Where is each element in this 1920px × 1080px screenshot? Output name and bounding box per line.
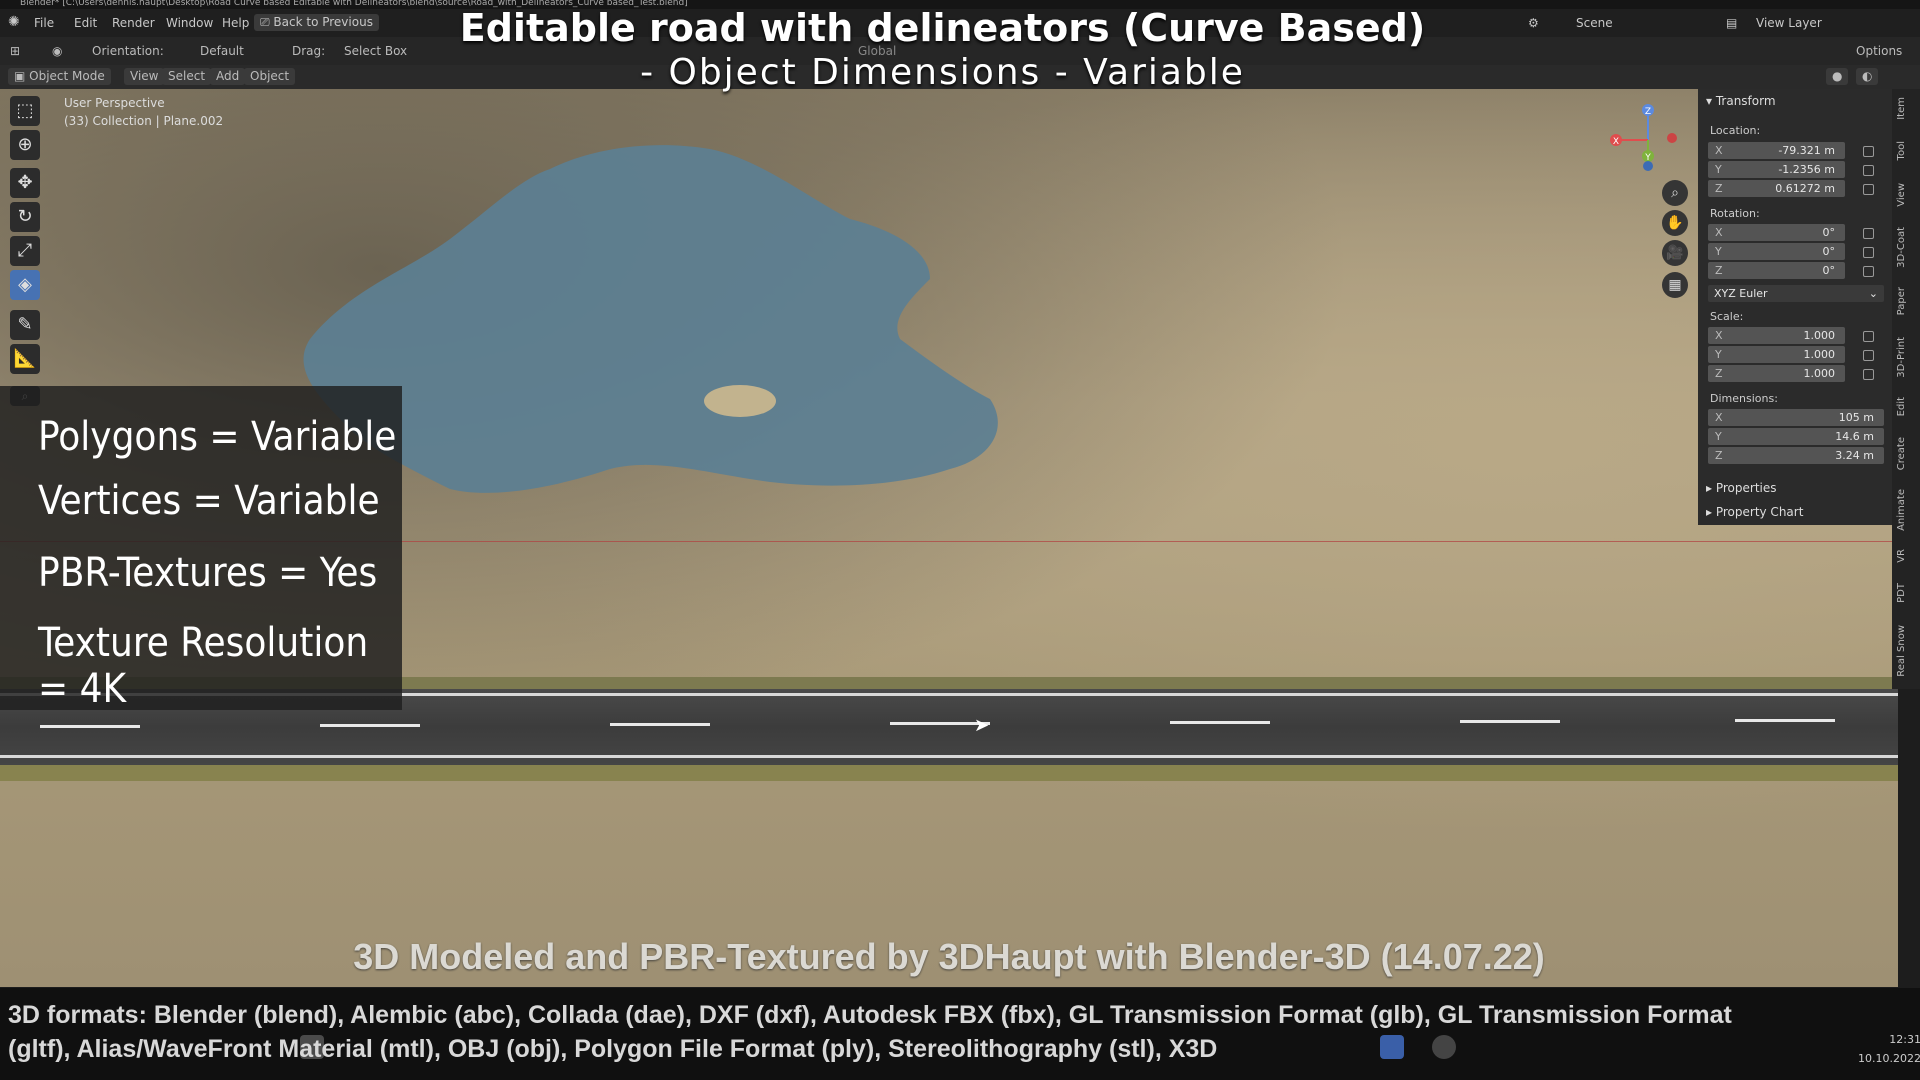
dimensions-x-field[interactable]: X 105 m [1708, 409, 1884, 426]
credits-text: 3D Modeled and PBR-Textured by 3DHaupt w… [353, 936, 1545, 977]
scale-x-field[interactable]: X 1.000 [1708, 327, 1845, 344]
lock-icon[interactable] [1863, 146, 1874, 157]
viewport-perspective-label: User Perspective [64, 96, 165, 110]
lock-icon[interactable] [1863, 331, 1874, 342]
gizmo-neg-z-icon[interactable] [1643, 161, 1653, 171]
sidebar-n-panel: ▾ Transform Location: X -79.321 m Y -1.235… [1698, 89, 1892, 525]
cursor-tool-icon[interactable]: ⊕ [10, 130, 40, 160]
lock-icon[interactable] [1863, 184, 1874, 195]
location-z-field[interactable]: Z 0.61272 m [1708, 180, 1845, 197]
lock-icon[interactable] [1863, 350, 1874, 361]
location-label: Location: [1710, 124, 1761, 137]
navigation-gizmo[interactable]: Z X Y [1600, 100, 1680, 180]
mouse-cursor-icon: ➤ [974, 715, 990, 736]
clock-time: 12:31 [1889, 1033, 1920, 1046]
tab-vr[interactable]: VR [1896, 549, 1916, 563]
select-box-tool-icon[interactable]: ⬚ [10, 96, 40, 126]
overlay-title: Editable road with delineators (Curve Ba… [459, 6, 1426, 50]
tab-tool[interactable]: Tool [1896, 141, 1916, 160]
lock-icon[interactable] [1863, 247, 1874, 258]
road-edge-line-bottom [0, 755, 1898, 758]
gizmo-neg-x-icon[interactable] [1667, 133, 1677, 143]
scale-label: Scale: [1710, 310, 1744, 323]
annotate-tool-icon[interactable]: ✎ [10, 310, 40, 340]
tab-pdt[interactable]: PDT [1896, 583, 1916, 603]
road-verge-bottom [0, 765, 1898, 781]
tab-edit[interactable]: Edit [1896, 397, 1916, 416]
scale-z-field[interactable]: Z 1.000 [1708, 365, 1845, 382]
tab-animate[interactable]: Animate [1896, 489, 1916, 531]
road-center-dash [1170, 721, 1270, 724]
stat-polygons: Polygons = Variable [38, 414, 397, 460]
rotate-tool-icon[interactable]: ↻ [10, 202, 40, 232]
rotation-label: Rotation: [1710, 207, 1760, 220]
tab-paper[interactable]: Paper [1896, 287, 1916, 315]
grid-toggle-icon[interactable]: ▦ [1662, 272, 1688, 298]
sidebar-tabs: Item Tool View 3D-Coat Paper 3D-Print Ed… [1892, 89, 1920, 689]
road-center-dash [1460, 720, 1560, 723]
dimensions-y-field[interactable]: Y 14.6 m [1708, 428, 1884, 445]
dimensions-label: Dimensions: [1710, 392, 1778, 405]
transform-section-header[interactable]: ▾ Transform [1706, 94, 1776, 108]
dimensions-z-field[interactable]: Z 3.24 m [1708, 447, 1884, 464]
properties-section-header[interactable]: ▸ Properties [1706, 481, 1777, 495]
location-y-field[interactable]: Y -1.2356 m [1708, 161, 1845, 178]
system-clock[interactable]: 12:31 10.10.2022 [1858, 1030, 1920, 1068]
tab-item[interactable]: Item [1896, 97, 1916, 120]
stats-overlay: Polygons = Variable Vertices = Variable … [0, 386, 402, 712]
road-center-dash [40, 725, 140, 728]
rotation-mode-dropdown[interactable]: XYZ Euler ⌄ [1708, 285, 1884, 302]
move-tool-icon[interactable]: ✥ [10, 168, 40, 198]
viewport-collection-label: (33) Collection | Plane.002 [64, 114, 224, 128]
scale-y-field[interactable]: Y 1.000 [1708, 346, 1845, 363]
measure-tool-icon[interactable]: 📐 [10, 344, 40, 374]
stat-texture-resolution: Texture Resolution = 4K [38, 620, 369, 712]
overlay-subtitle: - Object Dimensions - Variable [640, 52, 1245, 93]
lock-icon[interactable] [1863, 165, 1874, 176]
formats-line-2: (gltf), Alias/WaveFront Material (mtl), … [8, 1035, 1218, 1063]
formats-line-1: 3D formats: Blender (blend), Alembic (ab… [8, 1001, 1732, 1029]
transform-tool-icon[interactable]: ◈ [10, 270, 40, 300]
formats-text: 3D formats: Blender (blend), Alembic (ab… [8, 998, 1913, 1066]
clock-date: 10.10.2022 [1858, 1052, 1920, 1065]
scale-tool-icon[interactable]: ⤢ [10, 236, 40, 266]
property-chart-section-header[interactable]: ▸ Property Chart [1706, 505, 1803, 519]
tab-3d-print[interactable]: 3D-Print [1896, 337, 1916, 378]
lock-icon[interactable] [1863, 228, 1874, 239]
tab-create[interactable]: Create [1896, 437, 1916, 470]
pan-hand-icon[interactable]: ✋ [1662, 210, 1688, 236]
lake-shape [303, 145, 998, 493]
stat-pbr-textures: PBR-Textures = Yes [38, 550, 378, 596]
lock-icon[interactable] [1863, 266, 1874, 277]
chevron-down-icon: ⌄ [1868, 287, 1878, 300]
tab-view[interactable]: View [1896, 183, 1916, 207]
camera-icon[interactable]: 🎥 [1662, 240, 1688, 266]
lock-icon[interactable] [1863, 369, 1874, 380]
rotation-x-field[interactable]: X 0° [1708, 224, 1845, 241]
road-center-dash [610, 723, 710, 726]
tab-real-snow[interactable]: Real Snow [1896, 625, 1916, 677]
svg-text:X: X [1613, 137, 1619, 147]
svg-text:Z: Z [1645, 107, 1651, 117]
rotation-z-field[interactable]: Z 0° [1708, 262, 1845, 279]
zoom-icon[interactable]: ⌕ [1662, 180, 1688, 206]
stat-vertices: Vertices = Variable [38, 478, 380, 524]
rotation-y-field[interactable]: Y 0° [1708, 243, 1845, 260]
road-center-dash [320, 724, 420, 727]
tab-3d-coat[interactable]: 3D-Coat [1896, 227, 1916, 268]
left-toolbar: ⬚ ⊕ ✥ ↻ ⤢ ◈ ✎ 📐 ⌕ [10, 96, 42, 416]
road-center-dash [1735, 719, 1835, 722]
location-x-field[interactable]: X -79.321 m [1708, 142, 1845, 159]
